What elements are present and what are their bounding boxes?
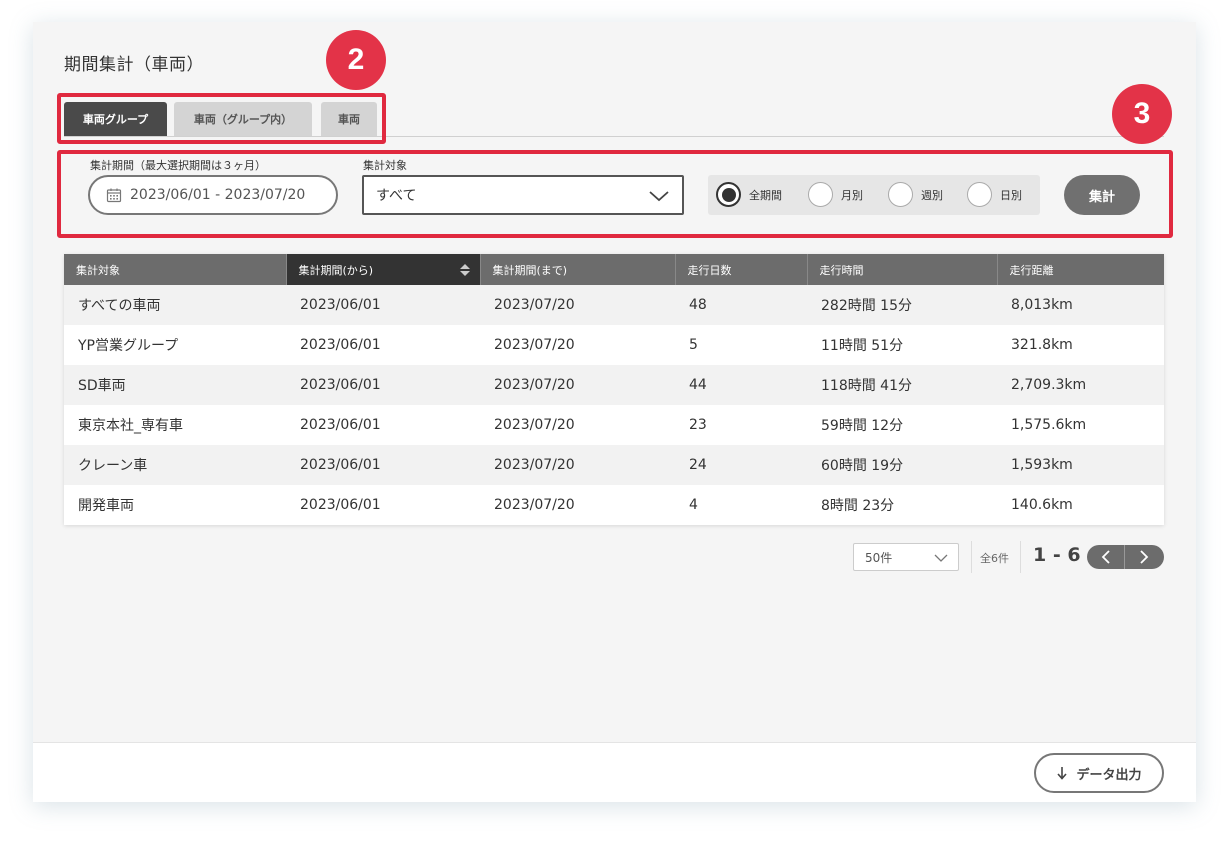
data-export-button[interactable]: データ出力	[1034, 753, 1164, 793]
chevron-down-icon	[934, 554, 948, 562]
table-row: YP営業グループ 2023/06/01 2023/07/20 5 11時間 51…	[64, 325, 1164, 365]
chevron-left-icon	[1101, 550, 1110, 564]
table-row: すべての車両 2023/06/01 2023/07/20 48 282時間 15…	[64, 285, 1164, 325]
export-label: データ出力	[1076, 767, 1142, 783]
cell-driving-time: 282時間 15分	[821, 298, 912, 314]
cell-period-from: 2023/06/01	[300, 377, 381, 393]
cell-period-to: 2023/07/20	[494, 377, 575, 393]
col-header-driving-time[interactable]: 走行時間	[807, 254, 998, 285]
cell-driving-days: 5	[689, 337, 698, 353]
table-row: 東京本社_専有車 2023/06/01 2023/07/20 23 59時間 1…	[64, 405, 1164, 445]
cell-target: すべての車両	[78, 298, 161, 314]
next-page-button[interactable]	[1125, 545, 1163, 569]
col-header-driving-days[interactable]: 走行日数	[675, 254, 808, 285]
cell-period-to: 2023/07/20	[494, 337, 575, 353]
cell-driving-time: 59時間 12分	[821, 418, 904, 434]
cell-driving-time: 60時間 19分	[821, 458, 904, 474]
cell-distance: 8,013km	[1011, 297, 1073, 313]
table-row: 開発車両 2023/06/01 2023/07/20 4 8時間 23分 140…	[64, 485, 1164, 525]
highlight-frame-tabs	[57, 93, 386, 144]
cell-distance: 1,593km	[1011, 457, 1073, 473]
cell-distance: 1,575.6km	[1011, 417, 1087, 433]
cell-target: 開発車両	[78, 498, 134, 514]
table-header-row: 集計対象 集計期間(から) 集計期間(まで) 走行日数 走行時間 走行距離	[64, 254, 1164, 285]
annotation-badge-3: 3	[1112, 84, 1172, 144]
cell-target: YP営業グループ	[78, 338, 179, 354]
highlight-frame-filters	[57, 150, 1173, 238]
cell-period-to: 2023/07/20	[494, 417, 575, 433]
footer-bar	[33, 742, 1196, 802]
cell-distance: 140.6km	[1011, 497, 1073, 513]
download-arrow-icon	[1057, 767, 1068, 780]
per-page-value: 50件	[865, 550, 893, 565]
cell-target: クレーン車	[78, 458, 148, 474]
table-row: SD車両 2023/06/01 2023/07/20 44 118時間 41分 …	[64, 365, 1164, 405]
cell-driving-time: 8時間 23分	[821, 498, 895, 514]
cell-target: SD車両	[78, 378, 126, 394]
page-title: 期間集計（車両）	[64, 55, 204, 75]
cell-period-from: 2023/06/01	[300, 457, 381, 473]
cell-target: 東京本社_専有車	[78, 418, 183, 434]
prev-page-button[interactable]	[1087, 545, 1125, 569]
col-header-label: 集計期間(から)	[298, 263, 374, 277]
cell-period-from: 2023/06/01	[300, 497, 381, 513]
annotation-badge-2: 2	[326, 30, 386, 90]
cell-driving-days: 24	[689, 457, 707, 473]
pagination-divider	[971, 541, 972, 573]
cell-driving-days: 44	[689, 377, 707, 393]
cell-distance: 321.8km	[1011, 337, 1073, 353]
col-header-period-from[interactable]: 集計期間(から)	[286, 254, 481, 285]
table-row: クレーン車 2023/06/01 2023/07/20 24 60時間 19分 …	[64, 445, 1164, 485]
cell-driving-days: 23	[689, 417, 707, 433]
pager-buttons	[1087, 545, 1164, 569]
cell-driving-time: 11時間 51分	[821, 338, 904, 354]
cell-driving-days: 48	[689, 297, 707, 313]
chevron-right-icon	[1140, 550, 1149, 564]
pagination-divider	[1020, 541, 1021, 573]
results-table: 集計対象 集計期間(から) 集計期間(まで) 走行日数 走行時間 走行距離 すべ…	[64, 254, 1164, 525]
cell-period-to: 2023/07/20	[494, 457, 575, 473]
cell-period-from: 2023/06/01	[300, 297, 381, 313]
sort-icon	[459, 264, 470, 276]
cell-period-from: 2023/06/01	[300, 417, 381, 433]
cell-distance: 2,709.3km	[1011, 377, 1087, 393]
cell-driving-days: 4	[689, 497, 698, 513]
cell-period-to: 2023/07/20	[494, 297, 575, 313]
col-header-period-to[interactable]: 集計期間(まで)	[480, 254, 676, 285]
cell-period-from: 2023/06/01	[300, 337, 381, 353]
col-header-distance[interactable]: 走行距離	[997, 254, 1164, 285]
cell-driving-time: 118時間 41分	[821, 378, 912, 394]
total-count: 全6件	[980, 552, 1009, 565]
cell-period-to: 2023/07/20	[494, 497, 575, 513]
col-header-target[interactable]: 集計対象	[64, 254, 287, 285]
page-range: 1 - 6	[1033, 544, 1081, 566]
per-page-select[interactable]: 50件	[853, 543, 959, 571]
